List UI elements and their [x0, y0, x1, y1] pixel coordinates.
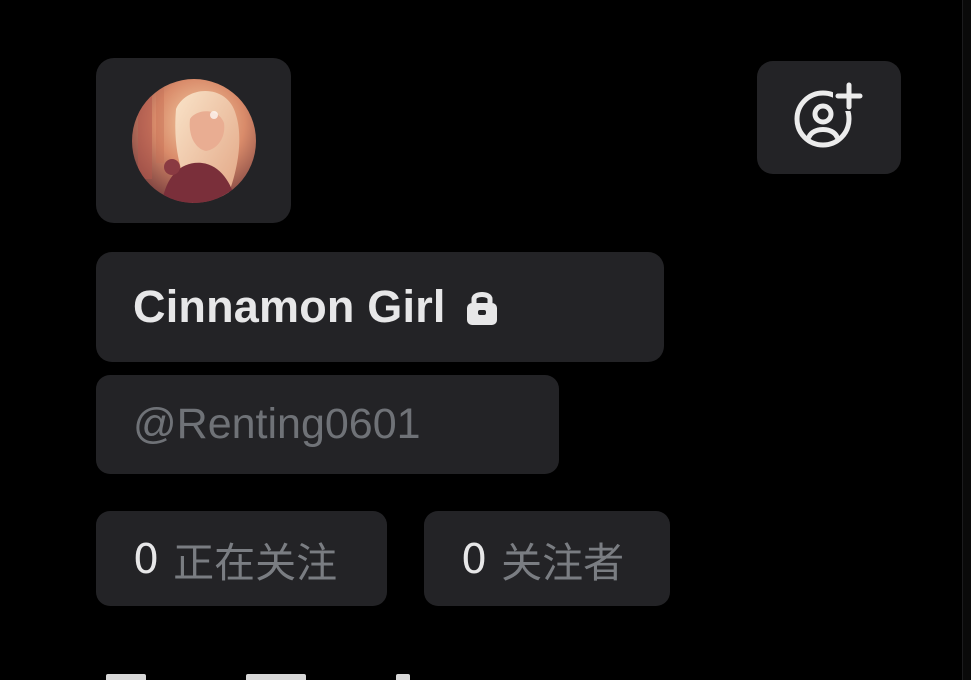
display-name: Cinnamon Girl: [133, 281, 446, 332]
following-stat[interactable]: 0 正在关注: [96, 511, 387, 606]
next-section-peek: [96, 668, 866, 680]
lock-icon: [465, 288, 499, 331]
handle-card: @Renting0601: [96, 375, 559, 474]
followers-stat[interactable]: 0 关注者: [424, 511, 670, 606]
avatar-card: [96, 58, 291, 223]
followers-count: 0: [461, 534, 488, 583]
user-handle: @Renting0601: [133, 400, 421, 448]
scrollbar[interactable]: [962, 0, 971, 680]
display-name-card: Cinnamon Girl: [96, 252, 664, 362]
following-count: 0: [133, 534, 160, 583]
following-label: 正在关注: [173, 538, 338, 587]
avatar[interactable]: [132, 79, 256, 203]
person-add-icon: [794, 82, 865, 148]
follow-button[interactable]: [757, 61, 901, 174]
profile-page: Cinnamon Girl @Renting0601 0 正在关注 0 关注者: [0, 0, 971, 680]
display-name-row: Cinnamon Girl: [133, 252, 499, 362]
avatar-illustration: [132, 79, 256, 203]
followers-label: 关注者: [501, 538, 625, 587]
